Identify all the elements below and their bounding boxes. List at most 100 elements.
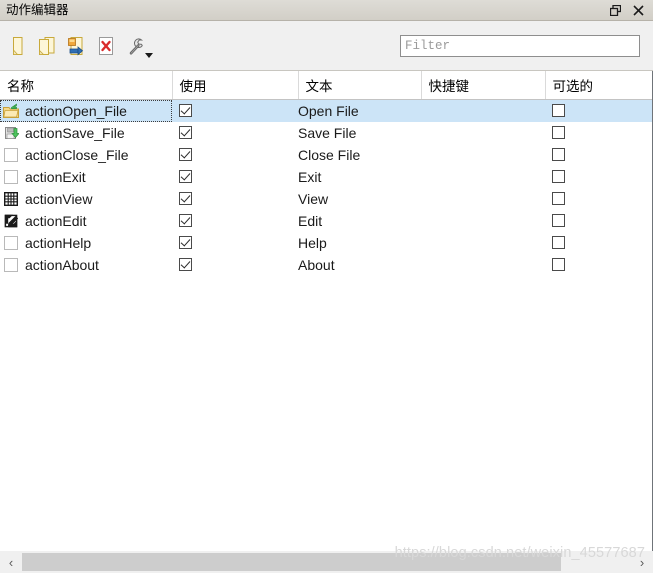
cell-checkable[interactable] <box>545 99 652 122</box>
cell-used[interactable] <box>172 99 298 122</box>
cell-name[interactable]: actionOpen_File <box>0 99 172 122</box>
checkable-checkbox[interactable] <box>552 148 565 161</box>
cell-checkable[interactable] <box>545 232 652 254</box>
cell-used[interactable] <box>172 122 298 144</box>
cell-text[interactable]: Exit <box>298 166 421 188</box>
horizontal-scrollbar[interactable]: ‹ › <box>0 551 653 573</box>
save-disk-icon <box>3 125 19 141</box>
cell-checkable[interactable] <box>545 210 652 232</box>
actions-table: 名称 使用 文本 快捷键 可选的 actionOpen_File Open Fi… <box>0 71 652 276</box>
cell-shortcut[interactable] <box>421 99 545 122</box>
checkable-checkbox[interactable] <box>552 258 565 271</box>
checkable-checkbox[interactable] <box>552 126 565 139</box>
table-row[interactable]: actionExit Exit <box>0 166 652 188</box>
edit-pencil-icon <box>3 213 19 229</box>
edit-action-button[interactable] <box>64 33 90 59</box>
row-name-label: actionView <box>25 190 93 207</box>
table-row[interactable]: actionEdit Edit <box>0 210 652 232</box>
column-header-name[interactable]: 名称 <box>0 71 173 100</box>
actions-table-container[interactable]: 名称 使用 文本 快捷键 可选的 actionOpen_File Open Fi… <box>0 71 653 551</box>
cell-used[interactable] <box>172 144 298 166</box>
copy-action-button[interactable] <box>35 33 61 59</box>
cell-name[interactable]: actionAbout <box>0 254 172 276</box>
cell-used[interactable] <box>172 254 298 276</box>
cell-name[interactable]: actionView <box>0 188 172 210</box>
used-checkbox[interactable] <box>179 104 192 117</box>
used-checkbox[interactable] <box>179 126 192 139</box>
cell-shortcut[interactable] <box>421 254 545 276</box>
cell-used[interactable] <box>172 232 298 254</box>
cell-text[interactable]: Edit <box>298 210 421 232</box>
cell-text[interactable]: View <box>298 188 421 210</box>
cell-shortcut[interactable] <box>421 232 545 254</box>
cell-shortcut[interactable] <box>421 122 545 144</box>
chevron-down-icon[interactable] <box>145 52 153 58</box>
scroll-right-arrow-icon[interactable]: › <box>631 551 653 573</box>
used-checkbox[interactable] <box>179 192 192 205</box>
column-header-shortcut[interactable]: 快捷键 <box>421 71 546 100</box>
table-row[interactable]: actionClose_File Close File <box>0 144 652 166</box>
scroll-left-arrow-icon[interactable]: ‹ <box>0 551 22 573</box>
titlebar: 动作编辑器 <box>0 0 653 21</box>
cell-checkable[interactable] <box>545 166 652 188</box>
cell-name[interactable]: actionHelp <box>0 232 172 254</box>
checkable-checkbox[interactable] <box>552 192 565 205</box>
cell-checkable[interactable] <box>545 188 652 210</box>
cell-text[interactable]: Close File <box>298 144 421 166</box>
used-checkbox[interactable] <box>179 148 192 161</box>
checkable-checkbox[interactable] <box>552 104 565 117</box>
column-header-checkable[interactable]: 可选的 <box>545 71 652 100</box>
used-checkbox[interactable] <box>179 170 192 183</box>
toolbar <box>0 21 653 71</box>
row-name-label: actionClose_File <box>25 146 129 163</box>
used-checkbox[interactable] <box>179 258 192 271</box>
column-header-text[interactable]: 文本 <box>298 71 422 100</box>
row-name-label: actionSave_File <box>25 124 125 141</box>
blank-icon <box>3 257 19 273</box>
float-icon[interactable] <box>609 4 622 17</box>
cell-checkable[interactable] <box>545 144 652 166</box>
column-header-used[interactable]: 使用 <box>172 71 299 100</box>
copy-file-icon <box>37 36 59 56</box>
used-checkbox[interactable] <box>179 236 192 249</box>
cell-used[interactable] <box>172 166 298 188</box>
row-name-label: actionExit <box>25 168 86 185</box>
cell-name[interactable]: actionClose_File <box>0 144 172 166</box>
checkable-checkbox[interactable] <box>552 236 565 249</box>
table-row[interactable]: actionAbout About <box>0 254 652 276</box>
close-icon[interactable] <box>632 4 645 17</box>
scroll-thumb[interactable] <box>22 553 561 571</box>
delete-action-button[interactable] <box>93 33 119 59</box>
cell-text[interactable]: About <box>298 254 421 276</box>
settings-button[interactable] <box>124 33 153 59</box>
filter-input[interactable] <box>400 34 640 57</box>
checkable-checkbox[interactable] <box>552 214 565 227</box>
cell-shortcut[interactable] <box>421 188 545 210</box>
toolbar-buttons <box>0 33 153 59</box>
cell-used[interactable] <box>172 210 298 232</box>
new-file-icon <box>10 36 28 56</box>
filter-container <box>400 34 653 57</box>
cell-used[interactable] <box>172 188 298 210</box>
cell-shortcut[interactable] <box>421 144 545 166</box>
new-action-button[interactable] <box>6 33 32 59</box>
cell-shortcut[interactable] <box>421 210 545 232</box>
cell-checkable[interactable] <box>545 254 652 276</box>
cell-name[interactable]: actionSave_File <box>0 122 172 144</box>
cell-text[interactable]: Save File <box>298 122 421 144</box>
table-row[interactable]: actionView View <box>0 188 652 210</box>
cell-checkable[interactable] <box>545 122 652 144</box>
delete-file-icon <box>97 36 115 56</box>
scroll-track[interactable] <box>22 551 631 573</box>
checkable-checkbox[interactable] <box>552 170 565 183</box>
table-row[interactable]: actionSave_File Save File <box>0 122 652 144</box>
cell-name[interactable]: actionExit <box>0 166 172 188</box>
cell-shortcut[interactable] <box>421 166 545 188</box>
table-row[interactable]: actionHelp Help <box>0 232 652 254</box>
cell-text[interactable]: Open File <box>298 99 421 122</box>
used-checkbox[interactable] <box>179 214 192 227</box>
cell-text[interactable]: Help <box>298 232 421 254</box>
row-name-label: actionOpen_File <box>25 102 127 119</box>
cell-name[interactable]: actionEdit <box>0 210 172 232</box>
table-row[interactable]: actionOpen_File Open File <box>0 99 652 122</box>
